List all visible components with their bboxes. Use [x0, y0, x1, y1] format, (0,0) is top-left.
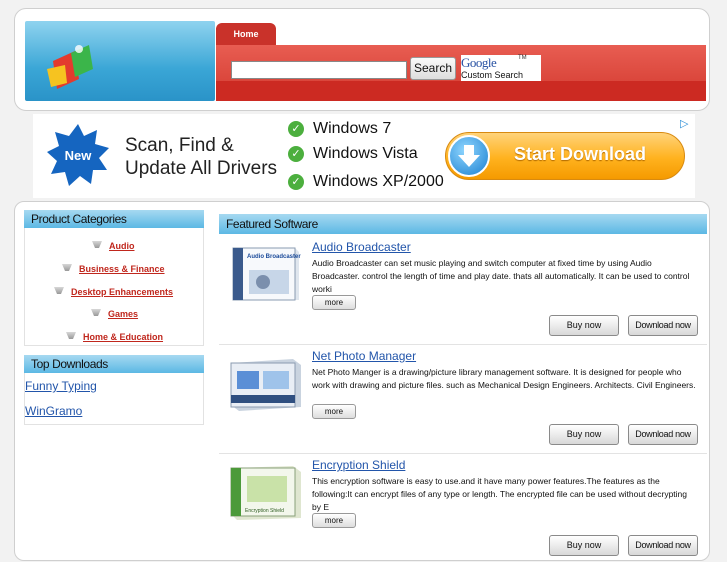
software-description: Audio Broadcaster can set music playing …: [312, 258, 690, 294]
tab-home[interactable]: Home: [216, 23, 276, 45]
os-item: ✓ Windows Vista: [288, 145, 418, 163]
software-box-image[interactable]: Audio Broadcaster: [229, 244, 303, 302]
top-download-link[interactable]: WinGramo: [25, 404, 82, 418]
os-label: Windows 7: [313, 120, 392, 137]
category-icon: [92, 241, 102, 248]
download-now-button[interactable]: Download now: [628, 535, 698, 556]
custom-search-label: Custom Search: [461, 70, 524, 80]
adchoices-icon[interactable]: ▷: [680, 117, 688, 130]
site-logo[interactable]: [25, 21, 215, 101]
download-now-button[interactable]: Download now: [628, 424, 698, 445]
software-box-image[interactable]: Encryption Shield: [229, 462, 303, 520]
os-label: Windows Vista: [313, 145, 418, 162]
category-link-home-education[interactable]: Home & Education: [66, 332, 163, 342]
product-categories-heading: Product Categories: [24, 210, 204, 228]
featured-software-heading: Featured Software: [219, 214, 707, 234]
top-download-link[interactable]: Funny Typing: [25, 379, 97, 393]
more-button[interactable]: more: [312, 404, 356, 419]
category-link-games[interactable]: Games: [91, 309, 138, 319]
top-downloads-list: Funny Typing WinGramo: [24, 373, 204, 425]
category-icon: [66, 332, 76, 339]
start-download-button[interactable]: Start Download: [445, 132, 685, 180]
category-icon: [62, 264, 72, 271]
header-band-stripe: [216, 81, 706, 101]
software-title-link[interactable]: Encryption Shield: [312, 458, 405, 472]
check-icon: ✓: [288, 173, 304, 190]
buy-now-button[interactable]: Buy now: [549, 424, 619, 445]
ad-headline: Scan, Find & Update All Drivers: [125, 134, 277, 180]
os-item: ✓ Windows 7: [288, 120, 391, 138]
search-input[interactable]: [231, 61, 407, 79]
logo-icon: [47, 45, 93, 89]
search-button[interactable]: Search: [410, 57, 456, 80]
buy-now-button[interactable]: Buy now: [549, 535, 619, 556]
download-now-button[interactable]: Download now: [628, 315, 698, 336]
header: Home Search Google TM Custom Search: [14, 8, 710, 111]
os-label: Windows XP/2000: [313, 173, 444, 190]
ad-headline-line2: Update All Drivers: [125, 158, 278, 179]
software-description: Net Photo Manger is a drawing/picture li…: [312, 367, 696, 390]
ad-headline-line1: Scan, Find &: [125, 135, 234, 156]
category-icon: [54, 287, 64, 294]
top-downloads-heading: Top Downloads: [24, 355, 204, 373]
new-badge-text: New: [65, 148, 93, 163]
more-button[interactable]: more: [312, 295, 356, 310]
download-arrow-icon: [448, 135, 490, 177]
category-link-desktop[interactable]: Desktop Enhancements: [54, 287, 173, 297]
category-icon: [91, 309, 101, 316]
google-trademark: TM: [518, 55, 527, 61]
new-badge-icon: New: [47, 124, 109, 186]
software-title-link[interactable]: Audio Broadcaster: [312, 240, 411, 254]
software-item: Audio Broadcaster Audio Broadcaster Audi…: [219, 236, 707, 345]
category-link-audio[interactable]: Audio: [92, 241, 135, 251]
software-description: This encryption software is easy to use.…: [312, 476, 688, 512]
software-item: Encryption Shield Encryption Shield This…: [219, 454, 707, 562]
google-branding: Google TM Custom Search: [461, 55, 541, 81]
svg-text:Audio Broadcaster: Audio Broadcaster: [247, 254, 301, 260]
software-title-link[interactable]: Net Photo Manager: [312, 349, 416, 363]
more-button[interactable]: more: [312, 513, 356, 528]
check-icon: ✓: [288, 145, 304, 162]
category-link-business[interactable]: Business & Finance: [62, 264, 165, 274]
ad-banner[interactable]: New Scan, Find & Update All Drivers ✓ Win…: [33, 114, 695, 198]
buy-now-button[interactable]: Buy now: [549, 315, 619, 336]
check-icon: ✓: [288, 120, 304, 137]
start-download-label: Start Download: [514, 144, 647, 164]
software-box-image[interactable]: [229, 353, 303, 411]
google-logo: Google: [461, 55, 497, 70]
svg-text:Encryption Shield: Encryption Shield: [245, 508, 284, 514]
os-item: ✓ Windows XP/2000: [288, 173, 444, 191]
product-categories-list: Audio Business & Finance Desktop Enhance…: [24, 228, 204, 346]
software-item: Net Photo Manager Net Photo Manger is a …: [219, 345, 707, 454]
